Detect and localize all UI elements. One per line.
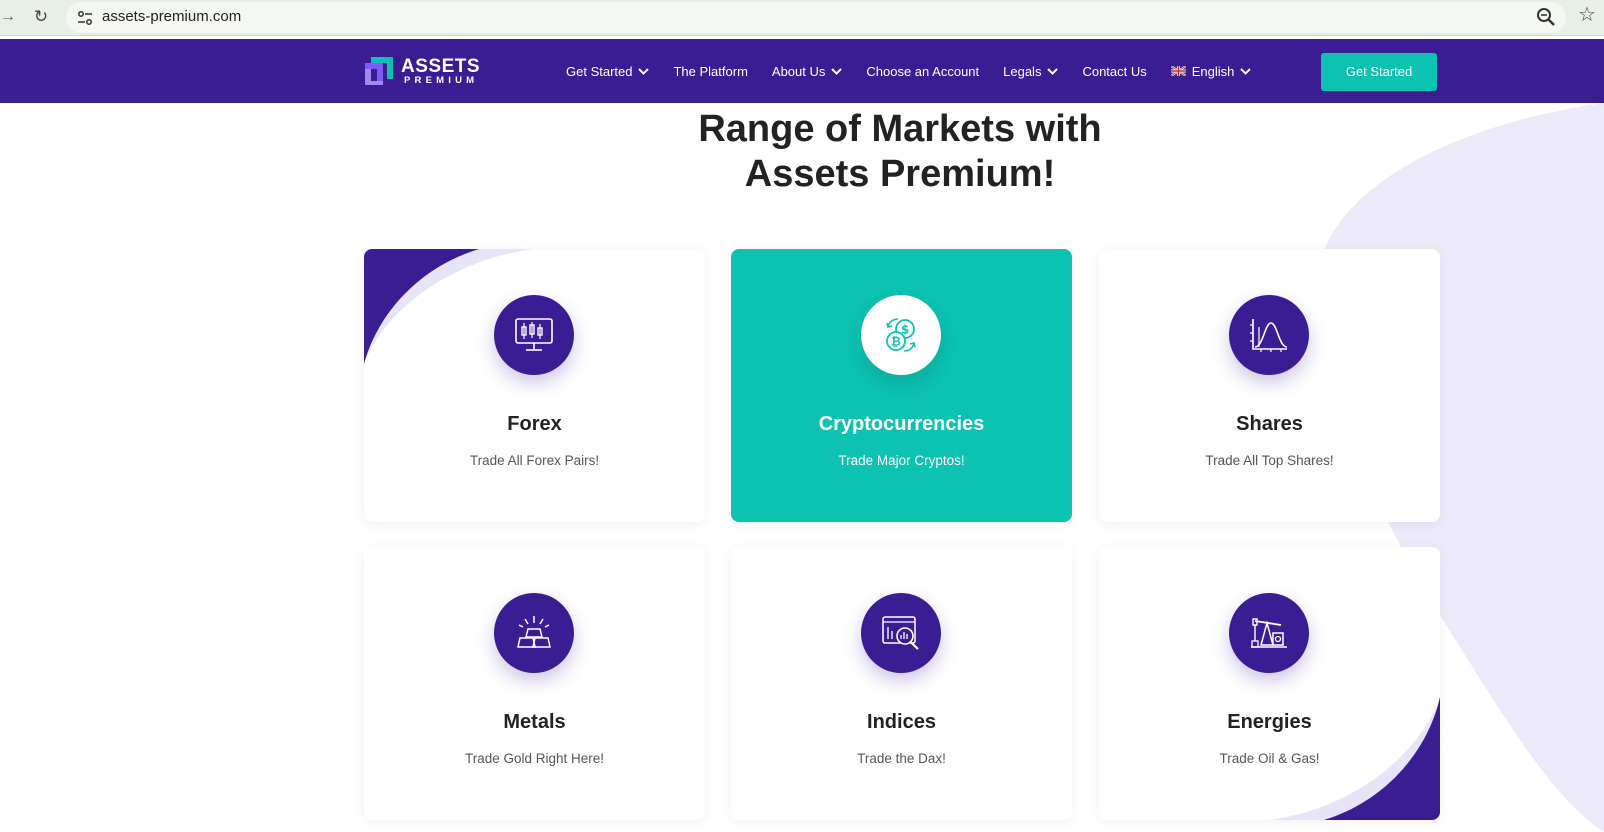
heading-line-2: Assets Premium!	[744, 153, 1056, 195]
zoom-icon[interactable]	[1535, 6, 1557, 28]
index-magnifier-icon	[882, 616, 919, 650]
card-title: Shares	[1236, 413, 1303, 435]
icon-circle	[494, 295, 574, 375]
menu-item-the-platform[interactable]: The Platform	[673, 64, 747, 79]
site-info-icon[interactable]	[76, 9, 94, 27]
site-header: ASSETS PREMIUM Get Started The Platform …	[0, 39, 1604, 103]
crypto-exchange-icon: $ ₿	[886, 318, 916, 352]
bookmark-star-icon[interactable]: ☆	[1578, 4, 1600, 26]
card-subtitle: Trade All Top Shares!	[1205, 453, 1334, 468]
heading-line-1: Range of Markets with	[698, 108, 1102, 150]
svg-text:₿: ₿	[891, 335, 901, 349]
card-title: Energies	[1227, 711, 1312, 733]
card-corner-decoration	[364, 249, 534, 364]
language-selector[interactable]: English	[1170, 63, 1252, 79]
card-subtitle: Trade Major Cryptos!	[838, 453, 965, 468]
chevron-down-icon	[1240, 67, 1252, 75]
menu-item-about-us[interactable]: About Us	[771, 63, 843, 79]
menu-item-contact-us[interactable]: Contact Us	[1082, 64, 1146, 79]
main-menu: Get Started The Platform About Us Choose…	[566, 39, 1275, 103]
oil-pump-icon	[1251, 618, 1287, 648]
menu-item-choose-account[interactable]: Choose an Account	[866, 64, 979, 79]
forex-chart-icon	[515, 318, 553, 351]
browser-toolbar: → ↻ assets-premium.com ☆	[0, 0, 1604, 36]
menu-item-get-started[interactable]: Get Started	[566, 63, 650, 79]
menu-item-label: Get Started	[566, 63, 633, 79]
uk-flag-icon	[1170, 66, 1186, 76]
card-title: Metals	[503, 711, 566, 733]
get-started-button[interactable]: Get Started	[1321, 53, 1437, 91]
menu-item-label: Choose an Account	[866, 63, 980, 79]
icon-circle: $ ₿	[861, 295, 941, 375]
chevron-down-icon	[638, 67, 650, 75]
icon-circle	[1229, 593, 1309, 673]
card-title: Forex	[507, 413, 562, 435]
card-corner-decoration	[1269, 697, 1440, 820]
reload-icon[interactable]: ↻	[31, 7, 51, 27]
card-subtitle: Trade All Forex Pairs!	[469, 453, 600, 468]
chevron-down-icon	[831, 67, 843, 75]
page-heading: Range of Markets with Assets Premium!	[600, 107, 1200, 197]
language-label: English	[1191, 63, 1235, 79]
icon-circle	[1229, 295, 1309, 375]
menu-item-label: The Platform	[673, 63, 748, 79]
menu-item-label: About Us	[771, 63, 826, 79]
gold-bars-icon	[517, 616, 551, 648]
market-card-indices[interactable]: Indices Trade the Dax!	[731, 547, 1072, 820]
market-card-cryptocurrencies[interactable]: $ ₿ Cryptocurrencies Trade Major Cryptos…	[731, 249, 1072, 522]
logo-subtext: PREMIUM	[404, 75, 479, 86]
card-subtitle: Trade the Dax!	[857, 751, 946, 766]
icon-circle	[861, 593, 941, 673]
url-text: assets-premium.com	[102, 8, 242, 25]
market-card-forex[interactable]: Forex Trade All Forex Pairs!	[364, 249, 705, 522]
card-title: Cryptocurrencies	[818, 413, 985, 435]
card-title: Indices	[867, 711, 936, 733]
card-subtitle: Trade Gold Right Here!	[464, 751, 605, 766]
menu-item-label: Legals	[1003, 63, 1042, 79]
forward-arrow-icon[interactable]: →	[0, 7, 16, 27]
market-card-energies[interactable]: Energies Trade Oil & Gas!	[1099, 547, 1440, 820]
chevron-down-icon	[1047, 67, 1059, 75]
icon-circle	[494, 593, 574, 673]
market-card-metals[interactable]: Metals Trade Gold Right Here!	[364, 547, 705, 820]
bell-curve-chart-icon	[1250, 319, 1288, 352]
market-card-shares[interactable]: Shares Trade All Top Shares!	[1099, 249, 1440, 522]
menu-item-legals[interactable]: Legals	[1003, 63, 1059, 79]
menu-item-label: Contact Us	[1082, 63, 1147, 79]
logo-mark-icon	[365, 57, 393, 85]
address-bar[interactable]: assets-premium.com	[66, 2, 1566, 33]
logo[interactable]: ASSETS PREMIUM	[363, 55, 488, 89]
card-subtitle: Trade Oil & Gas!	[1219, 751, 1320, 766]
